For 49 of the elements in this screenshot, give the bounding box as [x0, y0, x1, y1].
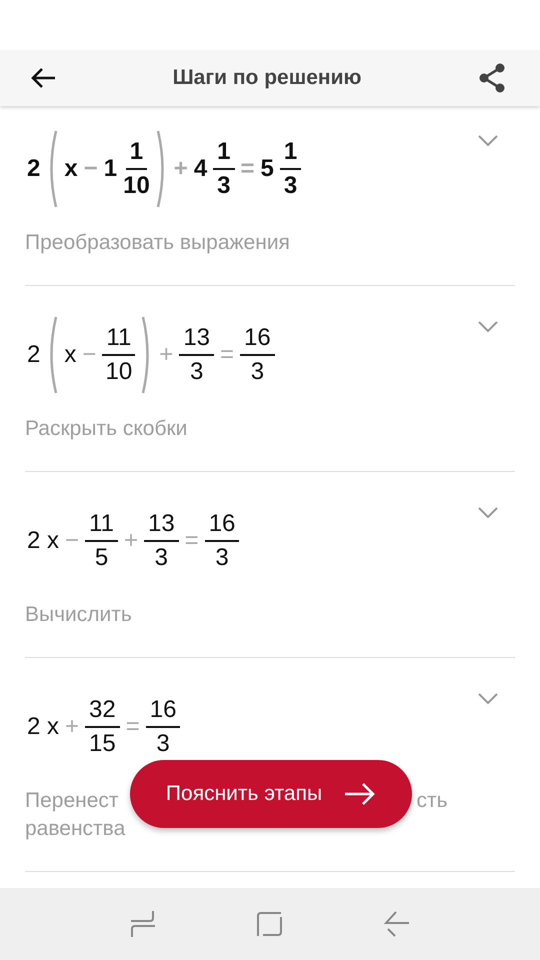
- math-operator: +: [124, 527, 138, 555]
- math-term: 2 x: [27, 713, 60, 741]
- chevron-icon[interactable]: [478, 321, 498, 333]
- arrow-right-icon: [344, 782, 376, 806]
- step-description: Перенест: [25, 788, 119, 814]
- fraction: 16 3: [204, 510, 240, 572]
- math-term: x: [64, 155, 78, 183]
- fraction: 32 15: [85, 696, 120, 758]
- home-icon[interactable]: [256, 911, 283, 937]
- fraction: 11 10: [102, 324, 136, 386]
- math-term: 2: [27, 341, 40, 369]
- math-term: 5: [260, 155, 274, 183]
- math-operator: =: [240, 155, 255, 183]
- fraction: 13 3: [179, 324, 214, 386]
- fraction: 16 3: [240, 324, 275, 386]
- chevron-icon[interactable]: [478, 693, 498, 705]
- back-icon[interactable]: [384, 911, 410, 937]
- fraction: 1 3: [280, 138, 302, 200]
- fraction: 13 3: [144, 510, 179, 572]
- math-term: 2: [27, 155, 40, 183]
- math-operator: −: [82, 341, 96, 369]
- step-description: Раскрыть скобки: [25, 416, 188, 442]
- screen-title: Шаги по решению: [172, 66, 362, 90]
- math-operator: −: [84, 155, 98, 183]
- math-term: x: [64, 341, 76, 369]
- step-description: сть: [416, 788, 448, 814]
- math-term: 1: [104, 155, 118, 183]
- math-operator: +: [159, 341, 174, 369]
- math-operator: +: [174, 155, 188, 183]
- math-operator: =: [184, 527, 199, 555]
- math-term: 4: [194, 155, 208, 183]
- fraction: 1 3: [213, 138, 235, 200]
- fraction: 11 5: [85, 510, 118, 572]
- step-description: равенства: [25, 816, 126, 842]
- math-operator: +: [65, 713, 80, 741]
- math-operator: =: [126, 713, 140, 741]
- math-operator: =: [220, 341, 234, 369]
- math-term: 2 x: [27, 527, 60, 555]
- chevron-icon[interactable]: [478, 135, 498, 147]
- recent-apps-icon[interactable]: [130, 910, 156, 938]
- explain-steps-button[interactable]: Пояснить этапы: [130, 760, 412, 828]
- fraction: 16 3: [146, 696, 180, 758]
- step-description: Преобразовать выражения: [25, 230, 290, 256]
- step-description: Вычислить: [25, 602, 132, 628]
- share-icon[interactable]: [478, 63, 506, 93]
- math-operator: −: [65, 527, 80, 555]
- fraction: 1 10: [123, 138, 150, 200]
- back-arrow-icon[interactable]: [30, 67, 56, 89]
- chevron-icon[interactable]: [478, 507, 498, 519]
